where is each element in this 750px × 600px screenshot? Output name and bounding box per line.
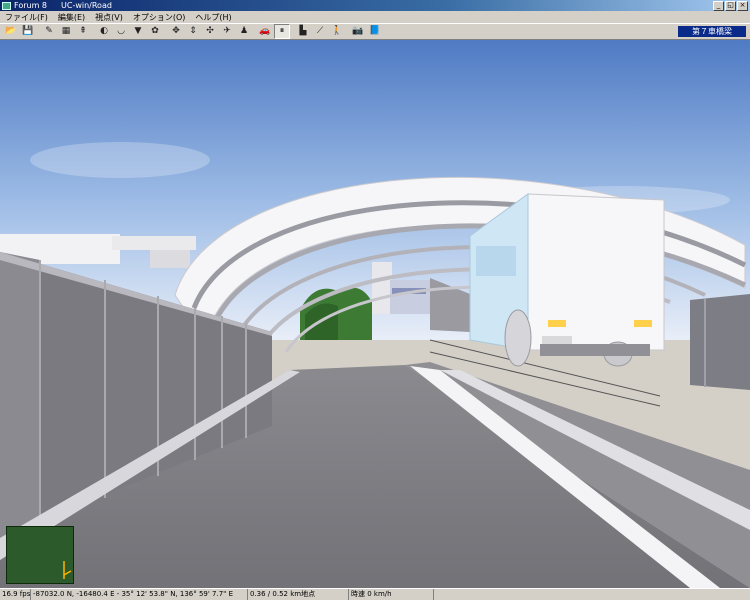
- airplane-icon[interactable]: ✈: [219, 24, 235, 39]
- title-bar: Forum 8 UC-win/Road _ ◱ ×: [0, 0, 750, 11]
- settings-icon[interactable]: ✿: [147, 24, 163, 39]
- app-name: Forum 8: [14, 1, 47, 10]
- open-folder-icon[interactable]: 📂: [3, 24, 19, 39]
- menu-bar: ファイル(F) 編集(E) 視点(V) オプション(O) ヘルプ(H): [0, 11, 750, 23]
- altitude-icon[interactable]: ⇕: [185, 24, 201, 39]
- coordinate-readout: -87032.0 N, -16480.4 E - 35° 12' 53.8" N…: [31, 589, 248, 600]
- menu-file[interactable]: ファイル(F): [0, 12, 53, 23]
- toolbar: 📂 💾 ✎ ▦ ⇞ ◐ ◡ ▼ ✿ ✥ ⇕ ✣ ✈ ♟ 🚗 ⏸ ▙ ⟋ 🚶 📷 📘: [0, 23, 750, 40]
- rotate-icon[interactable]: ✣: [202, 24, 218, 39]
- status-bar: 16.9 fps -87032.0 N, -16480.4 E - 35° 12…: [0, 588, 750, 600]
- tree-icon[interactable]: ⇞: [75, 24, 91, 39]
- restore-button[interactable]: ◱: [725, 1, 736, 11]
- app-icon: [2, 1, 11, 10]
- close-button[interactable]: ×: [737, 1, 748, 11]
- speed-readout: 時速 0 km/h: [349, 589, 434, 600]
- fps-readout: 16.9 fps: [2, 589, 31, 600]
- menu-options[interactable]: オプション(O): [128, 12, 191, 23]
- 3d-viewport[interactable]: [0, 40, 750, 588]
- flag-icon[interactable]: ◐: [96, 24, 112, 39]
- camera-icon[interactable]: 📷: [350, 24, 366, 39]
- minimize-button[interactable]: _: [713, 1, 724, 11]
- triangle-icon[interactable]: ▼: [130, 24, 146, 39]
- grid-icon[interactable]: ▦: [58, 24, 74, 39]
- chart-icon[interactable]: ▙: [295, 24, 311, 39]
- bowl-icon[interactable]: ◡: [113, 24, 129, 39]
- save-icon[interactable]: 💾: [20, 24, 36, 39]
- distance-readout: 0.36 / 0.52 km地点: [248, 589, 349, 600]
- window-title: UC-win/Road: [61, 1, 112, 10]
- person-icon[interactable]: ♟: [236, 24, 252, 39]
- menu-help[interactable]: ヘルプ(H): [190, 12, 236, 23]
- road-icon[interactable]: ⟋: [312, 24, 328, 39]
- walk-icon[interactable]: 🚶: [329, 24, 345, 39]
- book-icon[interactable]: 📘: [367, 24, 383, 39]
- minimap[interactable]: [6, 526, 74, 584]
- truck: [469, 193, 665, 367]
- edit-pencil-icon[interactable]: ✎: [41, 24, 57, 39]
- minimap-heading-marker: [63, 570, 72, 576]
- menu-edit[interactable]: 編集(E): [53, 12, 90, 23]
- car-icon[interactable]: 🚗: [257, 24, 273, 39]
- pause-icon[interactable]: ⏸: [274, 24, 290, 39]
- move-icon[interactable]: ✥: [168, 24, 184, 39]
- menu-view[interactable]: 視点(V): [90, 12, 128, 23]
- scene-selector[interactable]: 第７車橋梁: [678, 26, 746, 37]
